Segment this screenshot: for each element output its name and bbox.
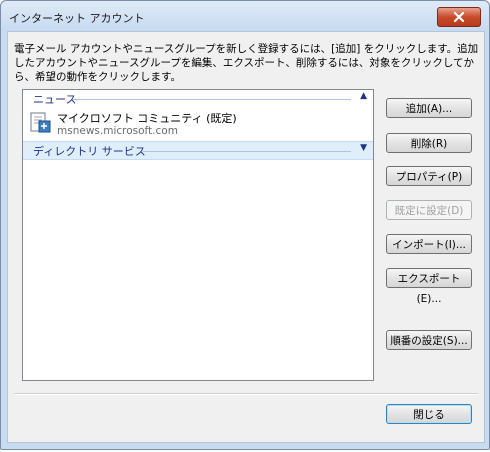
accounts-list[interactable]: ニュース ▲ マイクロソフト コミュニティ (既定) msnews.micros… [22, 89, 374, 381]
group-header-directory[interactable]: ディレクトリ サービス ▼ [23, 141, 373, 160]
news-account-icon [29, 111, 53, 138]
account-host: msnews.microsoft.com [57, 125, 178, 137]
list-item[interactable]: マイクロソフト コミュニティ (既定) msnews.microsoft.com [23, 107, 373, 141]
dialog-client: 電子メール アカウントやニュースグループを新しく登録するには、[追加] をクリッ… [7, 31, 485, 443]
add-button[interactable]: 追加(A)... [386, 98, 472, 118]
group-label: ディレクトリ サービス [33, 145, 146, 158]
group-header-news[interactable]: ニュース ▲ [23, 90, 373, 107]
group-divider [73, 99, 351, 100]
properties-button[interactable]: プロパティ(P) [386, 166, 472, 186]
export-button[interactable]: エクスポート(E)... [386, 268, 472, 305]
import-button[interactable]: インポート(I)... [386, 234, 472, 254]
bottom-separator [14, 393, 478, 395]
group-divider [143, 151, 351, 152]
set-default-button[interactable]: 既定に設定(D) [386, 200, 472, 220]
chevron-down-icon[interactable]: ▼ [360, 143, 367, 153]
window-close-button[interactable] [437, 7, 481, 27]
group-label: ニュース [33, 93, 77, 106]
dialog-window: インターネット アカウント 電子メール アカウントやニュースグループを新しく登録… [0, 0, 490, 450]
order-button[interactable]: 順番の設定(S)... [386, 330, 472, 350]
close-button[interactable]: 閉じる [386, 404, 472, 424]
close-icon [453, 12, 465, 22]
remove-button[interactable]: 削除(R) [386, 133, 472, 153]
chevron-up-icon[interactable]: ▲ [360, 91, 367, 101]
title-bar[interactable]: インターネット アカウント [1, 1, 489, 31]
account-name: マイクロソフト コミュニティ (既定) [57, 112, 237, 125]
window-title: インターネット アカウント [9, 12, 145, 25]
instruction-text: 電子メール アカウントやニュースグループを新しく登録するには、[追加] をクリッ… [14, 43, 479, 83]
